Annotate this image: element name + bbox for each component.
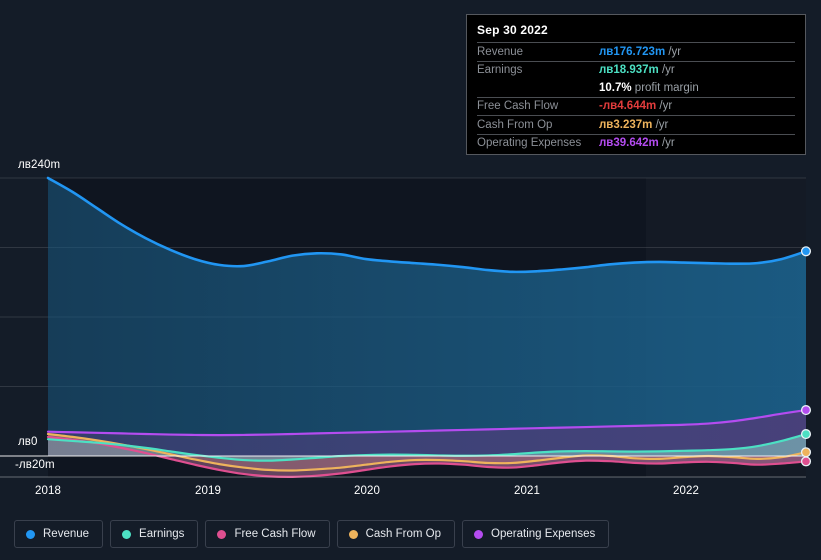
tooltip-row-key: Operating Expenses [477, 133, 599, 152]
tooltip-row-value: лв3.237m /yr [599, 115, 795, 134]
legend-color-dot [348, 529, 358, 539]
y-axis-label-bottom: -лв20m [15, 459, 55, 471]
tooltip-row: Operating Expenses лв39.642m /yr [477, 133, 795, 152]
legend-color-dot [122, 529, 132, 539]
legend-item-operating-expenses[interactable]: Operating Expenses [462, 520, 610, 548]
y-axis-label-zero: лв0 [18, 436, 38, 448]
financial-chart: лв240m лв0 -лв20m 2018 2019 2020 2021 20… [0, 0, 821, 560]
tooltip-row: Free Cash Flow -лв4.644m /yr [477, 96, 795, 116]
tooltip-row-value: 10.7% profit margin [599, 81, 699, 94]
chart-legend[interactable]: Revenue Earnings Free Cash Flow Cash From O… [14, 520, 610, 548]
legend-item-label: Cash From Op [365, 528, 442, 540]
data-point-marker[interactable] [800, 447, 812, 458]
tooltip-row: Earnings лв18.937m /yr [477, 60, 795, 79]
tooltip-row-value: -лв4.644m /yr [599, 96, 795, 116]
legend-item-label: Earnings [139, 528, 185, 540]
legend-color-dot [217, 529, 227, 539]
legend-item-label: Free Cash Flow [234, 528, 316, 540]
legend-color-dot [474, 529, 484, 539]
y-axis-label-top: лв240m [18, 159, 61, 171]
tooltip-row-value: лв176.723m /yr [599, 42, 795, 61]
tooltip-row-key: Free Cash Flow [477, 96, 599, 116]
legend-item-label: Operating Expenses [491, 528, 596, 540]
legend-item-free-cash-flow[interactable]: Free Cash Flow [205, 520, 330, 548]
data-point-marker[interactable] [800, 456, 812, 467]
x-axis-label-2020: 2020 [354, 485, 380, 497]
legend-item-cash-from-op[interactable]: Cash From Op [336, 520, 456, 548]
tooltip-row-value: лв18.937m /yr [599, 60, 795, 79]
chart-tooltip: Sep 30 2022 Revenue лв176.723m /yr Earning… [466, 14, 806, 155]
x-axis-label-2022: 2022 [673, 485, 699, 497]
tooltip-table: Revenue лв176.723m /yr Earnings лв18.937m /… [477, 42, 795, 152]
tooltip-row: Cash From Op лв3.237m /yr [477, 115, 795, 134]
tooltip-row-key: Earnings [477, 60, 599, 79]
legend-item-earnings[interactable]: Earnings [110, 520, 199, 548]
legend-color-dot [26, 529, 35, 539]
data-point-marker[interactable] [800, 405, 812, 416]
tooltip-row-value: лв39.642m /yr [599, 133, 795, 152]
x-axis-label-2019: 2019 [195, 485, 221, 497]
tooltip-row-key [477, 79, 599, 97]
tooltip-row: Revenue лв176.723m /yr [477, 42, 795, 61]
tooltip-row: 10.7% profit margin [477, 79, 795, 97]
x-axis-label-2021: 2021 [514, 485, 540, 497]
tooltip-row-key: Cash From Op [477, 115, 599, 134]
legend-item-label: Revenue [43, 528, 90, 540]
tooltip-date: Sep 30 2022 [477, 23, 548, 37]
tooltip-row-key: Revenue [477, 42, 599, 61]
x-axis-label-2018: 2018 [35, 485, 61, 497]
data-point-marker[interactable] [800, 246, 812, 257]
data-point-marker[interactable] [800, 429, 812, 440]
legend-item-revenue[interactable]: Revenue [14, 520, 104, 548]
